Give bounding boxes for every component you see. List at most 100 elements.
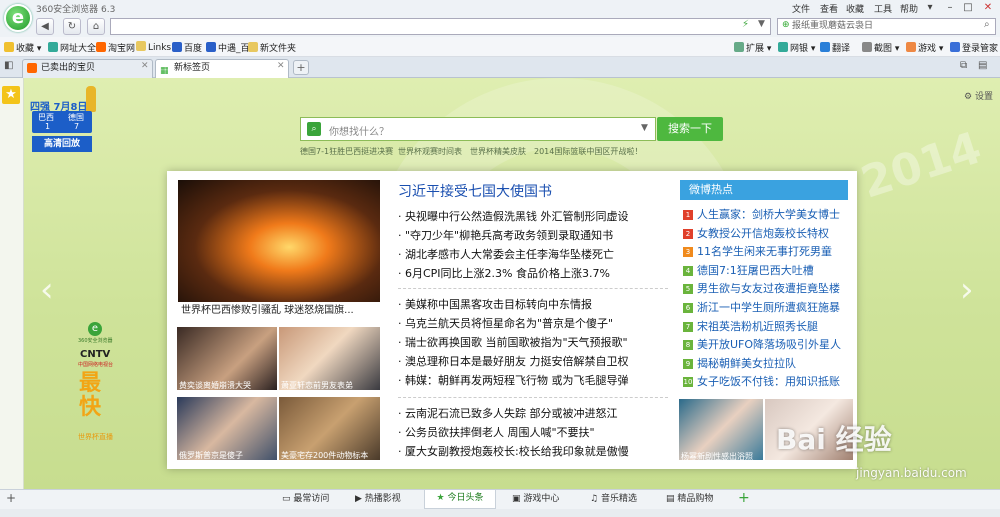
restore-tabs-icon[interactable]: ⧉ [960,60,967,71]
news-item[interactable]: · 湖北孝感市人大常委会主任李海华坠楼死亡 [398,246,629,265]
extensions-button[interactable]: 扩展 ▾ [734,41,771,54]
fav-wangzhi[interactable]: 网址大全 [48,41,96,54]
tab-new-tab[interactable]: ▦ 新标签页 [155,59,289,78]
main-photo-caption[interactable]: 世界杯巴西惨败引骚乱 球迷怒烧国旗... [178,302,380,320]
tab-close-icon[interactable]: ✕ [277,61,285,71]
bottom-tab[interactable]: ▶ 热播影视 [355,491,401,504]
headline[interactable]: 习近平接受七国大使国书 [398,181,552,201]
hot-search-link[interactable]: 世界杯观赛时间表 [398,146,462,157]
news-item[interactable]: · 6月CPI同比上涨2.3% 食品价格上涨3.7% [398,265,629,284]
dropdown-icon[interactable]: ▼ [758,19,765,29]
favorites-label: 收藏 [16,44,35,54]
browser-logo-icon[interactable]: e [4,4,32,32]
settings-link[interactable]: ⚙ 设置 [964,89,993,102]
bottom-tab[interactable]: ▣ 游戏中心 [512,491,559,504]
bottom-tab-active[interactable]: ★ 今日头条 [424,490,496,509]
fav-newfolder[interactable]: 新文件夹 [248,41,296,54]
thumb-caption[interactable]: 萧亚轩恋前男友表弟 [281,380,353,391]
close-icon[interactable]: ✕ [978,0,998,16]
tab-sold-items[interactable]: 已卖出的宝贝 [22,59,153,78]
toolbar-search-input[interactable]: 报纸重现蘑菇云袅日 [777,18,996,35]
news-item[interactable]: · 韩媒：朝鲜再发两短程飞行物 或为飞毛腿导弹 [398,372,629,391]
weibo-hot-item[interactable]: 9 揭秘朝鲜美女拉拉队 [683,355,853,374]
weibo-hot-item[interactable]: 5 男生欲与女友过夜遭拒竟坠楼 [683,280,853,299]
weibo-hot-item[interactable]: 1 人生赢家：剑桥大学美女博士 [683,206,853,225]
weibo-hot-item[interactable]: 6 浙江一中学生厕所遭疯狂施暴 [683,299,853,318]
weibo-hot-item[interactable]: 2 女教授公开信炮轰校长特权 [683,225,853,244]
hot-search-link[interactable]: 世界杯精美皮肤 [470,146,526,157]
fav-links[interactable]: Links [136,41,171,53]
bottom-tab[interactable]: ♫ 音乐精选 [590,491,637,504]
rank-badge: 10 [683,377,693,388]
fav-taobao[interactable]: 淘宝网 [96,41,135,54]
menu-help[interactable]: 帮助 [900,2,918,15]
favorites-menu[interactable]: 收藏 ▾ [4,41,41,54]
add-icon[interactable]: + [6,491,16,505]
new-tab-button[interactable]: + [293,60,309,75]
page-search-box[interactable]: ⌕ 你想找什么？ ▼ [300,117,656,141]
news-item[interactable]: · 央视曝中行公然造假洗黑钱 外汇管制形同虚设 [398,208,629,227]
fav-zhongyu[interactable]: 中遇_百 [206,41,250,54]
thumb-caption[interactable]: 俄罗斯普京是傻子 [179,450,243,461]
translate-button[interactable]: 翻译 [820,41,850,54]
login-manager-button[interactable]: 登录管家 [950,41,998,54]
hot-search-link[interactable]: 德国7-1狂胜巴西挺进决赛 [300,146,393,157]
menu-favorites[interactable]: 收藏 [846,2,864,15]
weibo-hot-item[interactable]: 4 德国7:1狂屠巴西大吐槽 [683,262,853,281]
main-news-photo[interactable] [178,180,380,302]
bottom-tab[interactable]: ▤ 精品购物 [666,491,713,504]
screenshot-button[interactable]: 截图 ▾ [862,41,899,54]
maximize-icon[interactable]: □ [958,0,978,16]
news-item[interactable]: · "夺刀少年"柳艳兵高考政务领到录取通知书 [398,227,629,246]
news-item[interactable]: · 澳总理称日本是最好朋友 力挺安倍解禁自卫权 [398,353,629,372]
page-search-input[interactable]: 你想找什么？ [329,123,389,138]
fav-label: 百度 [184,44,203,54]
fav-baidu[interactable]: 百度 [172,41,202,54]
bottom-tab[interactable]: ▭ 最常访问 [282,491,329,504]
carousel-prev-icon[interactable]: ‹ [40,270,54,310]
news-item[interactable]: · 云南泥石流已致多人失踪 部分或被冲进怒江 [398,405,629,424]
favorites-star-icon[interactable]: ★ [2,86,20,104]
thumb-caption[interactable]: 黄奕谈离婚崩溃大哭 [179,380,251,391]
home-icon[interactable]: ⌂ [87,18,105,35]
sidebar-toggle-icon[interactable]: ◧ [4,60,13,71]
search-icon[interactable]: ⌕ [984,19,990,30]
news-item[interactable]: · 乌克兰航天员将恒星命名为"普京是个傻子" [398,315,629,334]
thumb-caption[interactable]: 美豪宅存200件动物标本 [281,450,368,461]
tab-menu-icon[interactable]: ▤ [978,60,987,71]
bank-button[interactable]: 网银 ▾ [778,41,815,54]
weibo-photo-caption[interactable]: 杨幂新剧性感出浴照 [681,451,753,462]
rank-badge: 7 [683,321,693,332]
url-input[interactable] [110,18,771,35]
weibo-hot-item[interactable]: 10 女子吃饭不付钱：用知识抵账 [683,373,853,392]
minimize-icon[interactable]: – [940,0,960,16]
engine-dropdown-icon[interactable]: ▼ [641,123,648,133]
menu-file[interactable]: 文件 [792,2,810,15]
lightning-icon[interactable]: ⚡ [742,19,749,30]
back-icon[interactable]: ◀ [36,18,54,35]
weibo-hot-text: 美开放UFO降落场吸引外星人 [697,338,842,352]
menu-view[interactable]: 查看 [820,2,838,15]
search-engine-icon[interactable]: ⊕ [782,20,790,30]
weibo-hot-item[interactable]: 8 美开放UFO降落场吸引外星人 [683,336,853,355]
carousel-next-icon[interactable]: › [960,270,974,310]
tab-close-icon[interactable]: ✕ [141,61,149,71]
news-item[interactable]: · 美媒称中国黑客攻击目标转向中东情报 [398,296,629,315]
replay-button[interactable]: 高清回放 [32,136,92,152]
bottom-tab-label: 音乐精选 [600,494,637,504]
refresh-icon[interactable]: ↻ [63,18,81,35]
add-tab-icon[interactable]: + [738,490,750,506]
news-item[interactable]: · 瑞士欲再换国歌 当前国歌被指为"天气预报歌" [398,334,629,353]
news-item[interactable]: · 公务员欲扶摔倒老人 周围人喊"不要扶" [398,424,629,443]
world-cup-promo[interactable]: 四强 7月8日 巴西 德国 1 7 高清回放 [28,86,114,158]
side-big-text[interactable]: 最快 [79,372,109,420]
gear-icon: ⚙ [964,92,973,102]
skin-icon[interactable]: ▾ [920,0,940,16]
menu-tools[interactable]: 工具 [874,2,892,15]
weibo-hot-item[interactable]: 7 宋祖英浩粉机近照秀长腿 [683,318,853,337]
weibo-hot-item[interactable]: 3 11名学生闲来无事打死男童 [683,243,853,262]
hot-search-link[interactable]: 2014国际篮联中国区开战啦！ [534,146,642,157]
news-item[interactable]: · 厦大女副教授炮轰校长:校长给我印象就是傲慢 [398,443,629,462]
search-button[interactable]: 搜索一下 [657,117,723,141]
game-button[interactable]: 游戏 ▾ [906,41,943,54]
